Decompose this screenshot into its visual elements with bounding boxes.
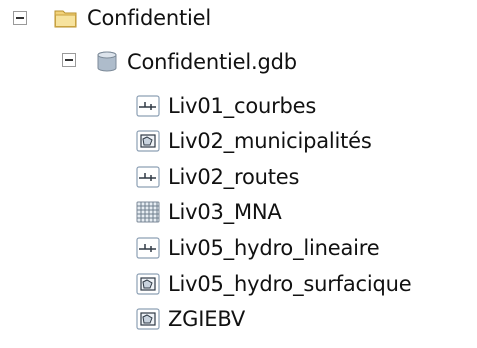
tree-item-liv02-municipalites[interactable]: Liv02_municipalités [136,124,372,158]
raster-dataset-icon [136,201,160,223]
item-label: Liv03_MNA [168,199,282,224]
catalog-tree: Confidentiel Confidentiel.gdb Liv01_cour… [0,0,477,348]
item-label: Liv05_hydro_surfacique [168,271,412,296]
item-label: Liv02_routes [168,164,300,189]
line-feature-class-icon [136,237,160,259]
item-label: Liv05_hydro_lineaire [168,235,380,260]
tree-node-geodatabase[interactable]: Confidentiel.gdb [95,45,297,79]
tree-item-zgiebv[interactable]: ZGIEBV [136,302,245,336]
item-label: Liv02_municipalités [168,128,372,153]
geodatabase-collapse-toggle[interactable] [62,53,76,67]
folder-collapse-toggle[interactable] [13,11,27,25]
tree-item-liv02-routes[interactable]: Liv02_routes [136,160,299,194]
geodatabase-icon [97,51,117,72]
tree-item-liv03-mna[interactable]: Liv03_MNA [136,195,282,229]
tree-item-liv01-courbes[interactable]: Liv01_courbes [136,89,316,123]
item-label: Liv01_courbes [168,93,317,118]
tree-item-liv05-hydro-surfacique[interactable]: Liv05_hydro_surfacique [136,267,412,301]
line-feature-class-icon [136,95,160,117]
folder-label: Confidentiel [87,5,212,30]
polygon-feature-class-icon [136,130,160,152]
tree-item-liv05-hydro-lineaire[interactable]: Liv05_hydro_lineaire [136,231,380,265]
polygon-feature-class-icon [136,273,160,295]
tree-node-folder[interactable]: Confidentiel [53,1,211,35]
polygon-feature-class-icon [136,308,160,330]
geodatabase-label: Confidentiel.gdb [127,49,297,74]
folder-icon [54,10,77,28]
line-feature-class-icon [136,166,160,188]
item-label: ZGIEBV [168,306,246,331]
